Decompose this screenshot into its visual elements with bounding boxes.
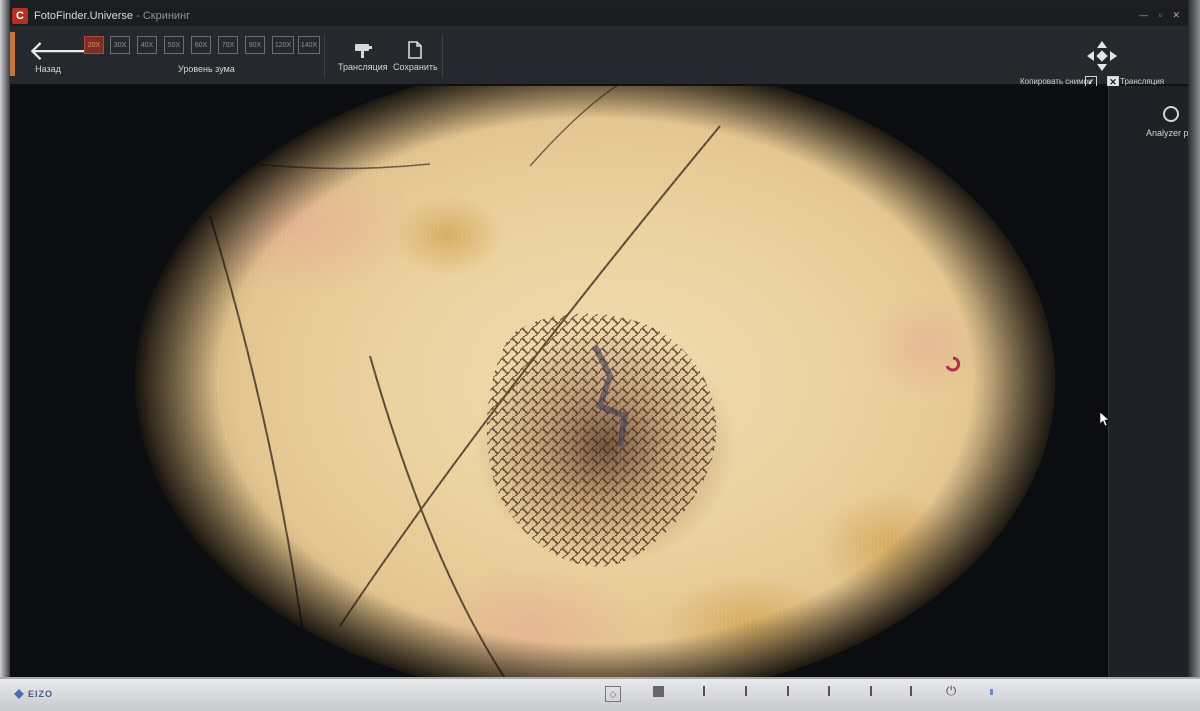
right-tool-panel bbox=[1108, 86, 1188, 677]
zoom-40x-button[interactable]: 40X bbox=[137, 36, 157, 54]
monitor-menu-button[interactable] bbox=[653, 686, 664, 697]
window-title: FotoFinder.Universe - Скрининг bbox=[34, 10, 190, 22]
monitor-input-button[interactable]: ◇ bbox=[605, 686, 621, 702]
monitor-button[interactable] bbox=[745, 686, 747, 696]
title-separator: - bbox=[133, 10, 143, 22]
app-logo-icon: C bbox=[12, 8, 28, 24]
broadcast-label: Трансляция bbox=[338, 62, 388, 72]
mode-name: Скрининг bbox=[142, 10, 191, 22]
zoom-20x-button[interactable]: 20X bbox=[84, 36, 104, 54]
monitor-bezel-left bbox=[0, 0, 10, 709]
zoom-60x-button[interactable]: 60X bbox=[191, 36, 211, 54]
analyzer-pro-button[interactable]: Analyzer pro bbox=[1146, 106, 1188, 138]
window-controls[interactable]: — ▫ ✕ bbox=[1139, 10, 1184, 21]
power-icon[interactable]: ⏻ bbox=[946, 683, 956, 699]
zoom-level-label: Уровень зума bbox=[178, 64, 235, 74]
monitor-brand: EIZO bbox=[28, 689, 54, 699]
move-arrows-icon[interactable] bbox=[1086, 40, 1118, 72]
zoom-30x-button[interactable]: 30X bbox=[110, 36, 130, 54]
save-button[interactable]: Сохранить bbox=[393, 40, 438, 72]
monitor-bezel-bottom bbox=[0, 677, 1200, 711]
save-label: Сохранить bbox=[393, 62, 438, 72]
monitor-bezel-right bbox=[1188, 0, 1200, 709]
monitor-button[interactable] bbox=[910, 686, 912, 696]
toolbar-divider bbox=[324, 34, 325, 78]
monitor-button[interactable] bbox=[828, 686, 830, 696]
analyzer-pro-label: Analyzer pro bbox=[1146, 128, 1188, 138]
skin-image bbox=[10, 86, 1108, 677]
title-bar: C FotoFinder.Universe - Скрининг — ▫ ✕ bbox=[10, 6, 1188, 26]
document-icon bbox=[393, 40, 438, 62]
zoom-70x-button[interactable]: 70X bbox=[218, 36, 238, 54]
back-button[interactable]: 🡐 Назад bbox=[28, 35, 104, 82]
app-window: C FotoFinder.Universe - Скрининг — ▫ ✕ 🡐… bbox=[10, 6, 1188, 677]
toolbar-divider bbox=[442, 34, 443, 78]
monitor-button[interactable] bbox=[703, 686, 705, 696]
zoom-120x-button[interactable]: 120X bbox=[272, 36, 294, 54]
zoom-90x-button[interactable]: 90X bbox=[245, 36, 265, 54]
copy-snapshot-label: Копировать снимок bbox=[1020, 77, 1092, 86]
monitor-button[interactable] bbox=[870, 686, 872, 696]
projector-icon bbox=[338, 40, 388, 62]
monitor-button[interactable] bbox=[787, 686, 789, 696]
broadcast-toggle-label: Трансляция bbox=[1120, 77, 1165, 86]
toolbar: 🡐 Назад 20X 30X 40X 50X 60X 70X 90X 120X… bbox=[10, 26, 1188, 88]
power-led-indicator bbox=[990, 689, 993, 695]
arrow-left-icon: 🡐 bbox=[28, 35, 104, 66]
broadcast-button[interactable]: Трансляция bbox=[338, 40, 388, 72]
zoom-50x-button[interactable]: 50X bbox=[164, 36, 184, 54]
app-name: FotoFinder.Universe bbox=[34, 10, 134, 22]
analyzer-icon bbox=[1163, 106, 1179, 122]
zoom-140x-button[interactable]: 140X bbox=[298, 36, 320, 54]
dermatoscope-live-view[interactable] bbox=[10, 86, 1108, 677]
accent-strip bbox=[10, 32, 15, 76]
